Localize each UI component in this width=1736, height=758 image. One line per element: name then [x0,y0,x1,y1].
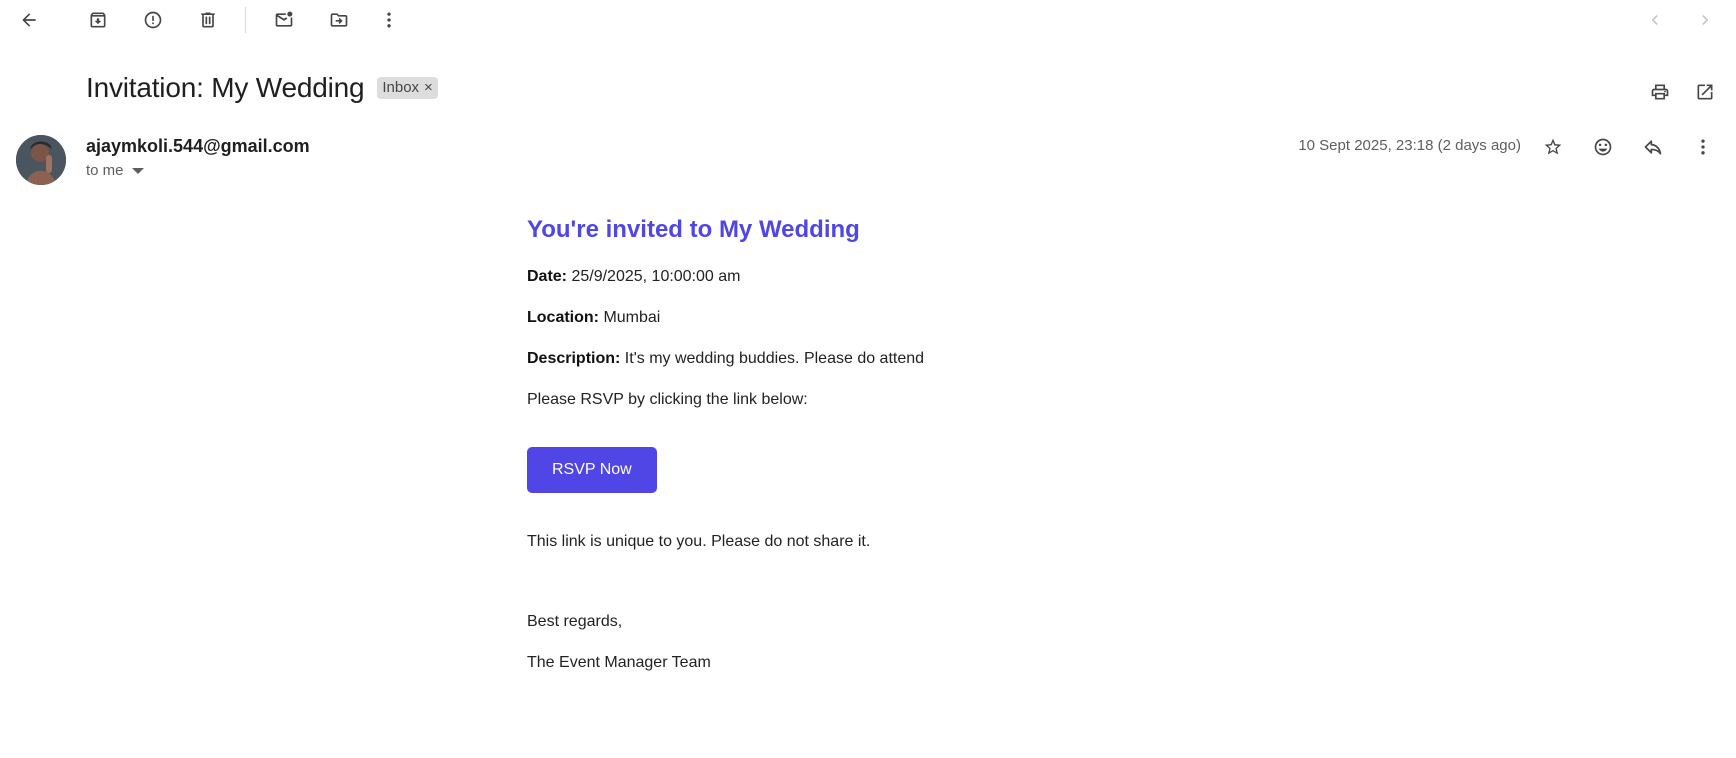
more-vert-icon [1701,139,1705,155]
rsvp-prompt: Please RSVP by clicking the link below: [527,391,808,408]
subject-row: Invitation: My Wedding Inbox × [86,72,438,104]
mark-unread-button[interactable] [264,0,304,40]
sender-email[interactable]: ajaymkoli.544@gmail.com [86,136,310,157]
report-spam-icon [144,11,162,29]
signature: The Event Manager Team [527,654,711,671]
location-label: Location: [527,309,599,326]
recipient-line: to me [86,162,144,179]
event-description: Description: It's my wedding buddies. Pl… [527,350,1227,368]
back-button[interactable] [9,0,49,40]
mark-unread-icon [275,11,293,27]
delete-button[interactable] [188,0,228,40]
sender-avatar[interactable] [16,135,66,185]
unique-link-note: This link is unique to you. Please do no… [527,533,871,550]
email-subject: Invitation: My Wedding [86,72,365,103]
print-icon [1651,84,1669,100]
older-icon [1702,15,1709,25]
newer-button[interactable] [1635,0,1675,40]
remove-label-icon[interactable]: × [424,79,433,96]
more-options-button[interactable] [369,0,409,40]
back-arrow-icon [22,13,36,27]
recipient-text: to me [86,162,124,179]
toolbar-divider [245,7,246,33]
label-text: Inbox [382,79,420,96]
move-to-icon [330,13,348,27]
event-location: Location: Mumbai [527,309,1227,327]
open-new-window-button[interactable] [1685,72,1725,112]
report-spam-button[interactable] [133,0,173,40]
add-reaction-button[interactable] [1583,127,1623,167]
open-in-new-icon [1697,84,1713,100]
message-toolbar [0,0,1736,40]
star-button[interactable] [1533,127,1573,167]
date-value: 25/9/2025, 10:00:00 am [571,268,741,285]
avatar-photo [16,135,66,185]
move-to-button[interactable] [319,0,359,40]
reply-button[interactable] [1633,127,1673,167]
reply-icon [1644,140,1662,155]
message-more-button[interactable] [1683,127,1723,167]
older-button[interactable] [1685,0,1725,40]
description-label: Description: [527,350,621,367]
recipient-details-icon[interactable] [131,167,144,174]
closing-regards: Best regards, [527,613,623,630]
rsvp-button[interactable]: RSVP Now [527,447,657,493]
print-button[interactable] [1640,72,1680,112]
email-body: You're invited to My Wedding Date: 25/9/… [527,216,1227,695]
emoji-icon [1594,138,1612,156]
invitation-heading: You're invited to My Wedding [527,216,860,243]
star-icon [1544,138,1562,155]
email-timestamp: 10 Sept 2025, 23:18 (2 days ago) [1298,137,1521,154]
delete-icon [201,12,215,28]
description-value: It's my wedding buddies. Please do atten… [624,350,925,367]
event-date: Date: 25/9/2025, 10:00:00 am [527,268,1227,286]
archive-button[interactable] [78,0,118,40]
date-label: Date: [527,268,568,285]
more-vert-icon [387,12,391,28]
archive-icon [90,12,106,28]
inbox-label-chip[interactable]: Inbox × [377,77,438,99]
newer-icon [1651,15,1658,25]
location-value: Mumbai [603,309,661,326]
